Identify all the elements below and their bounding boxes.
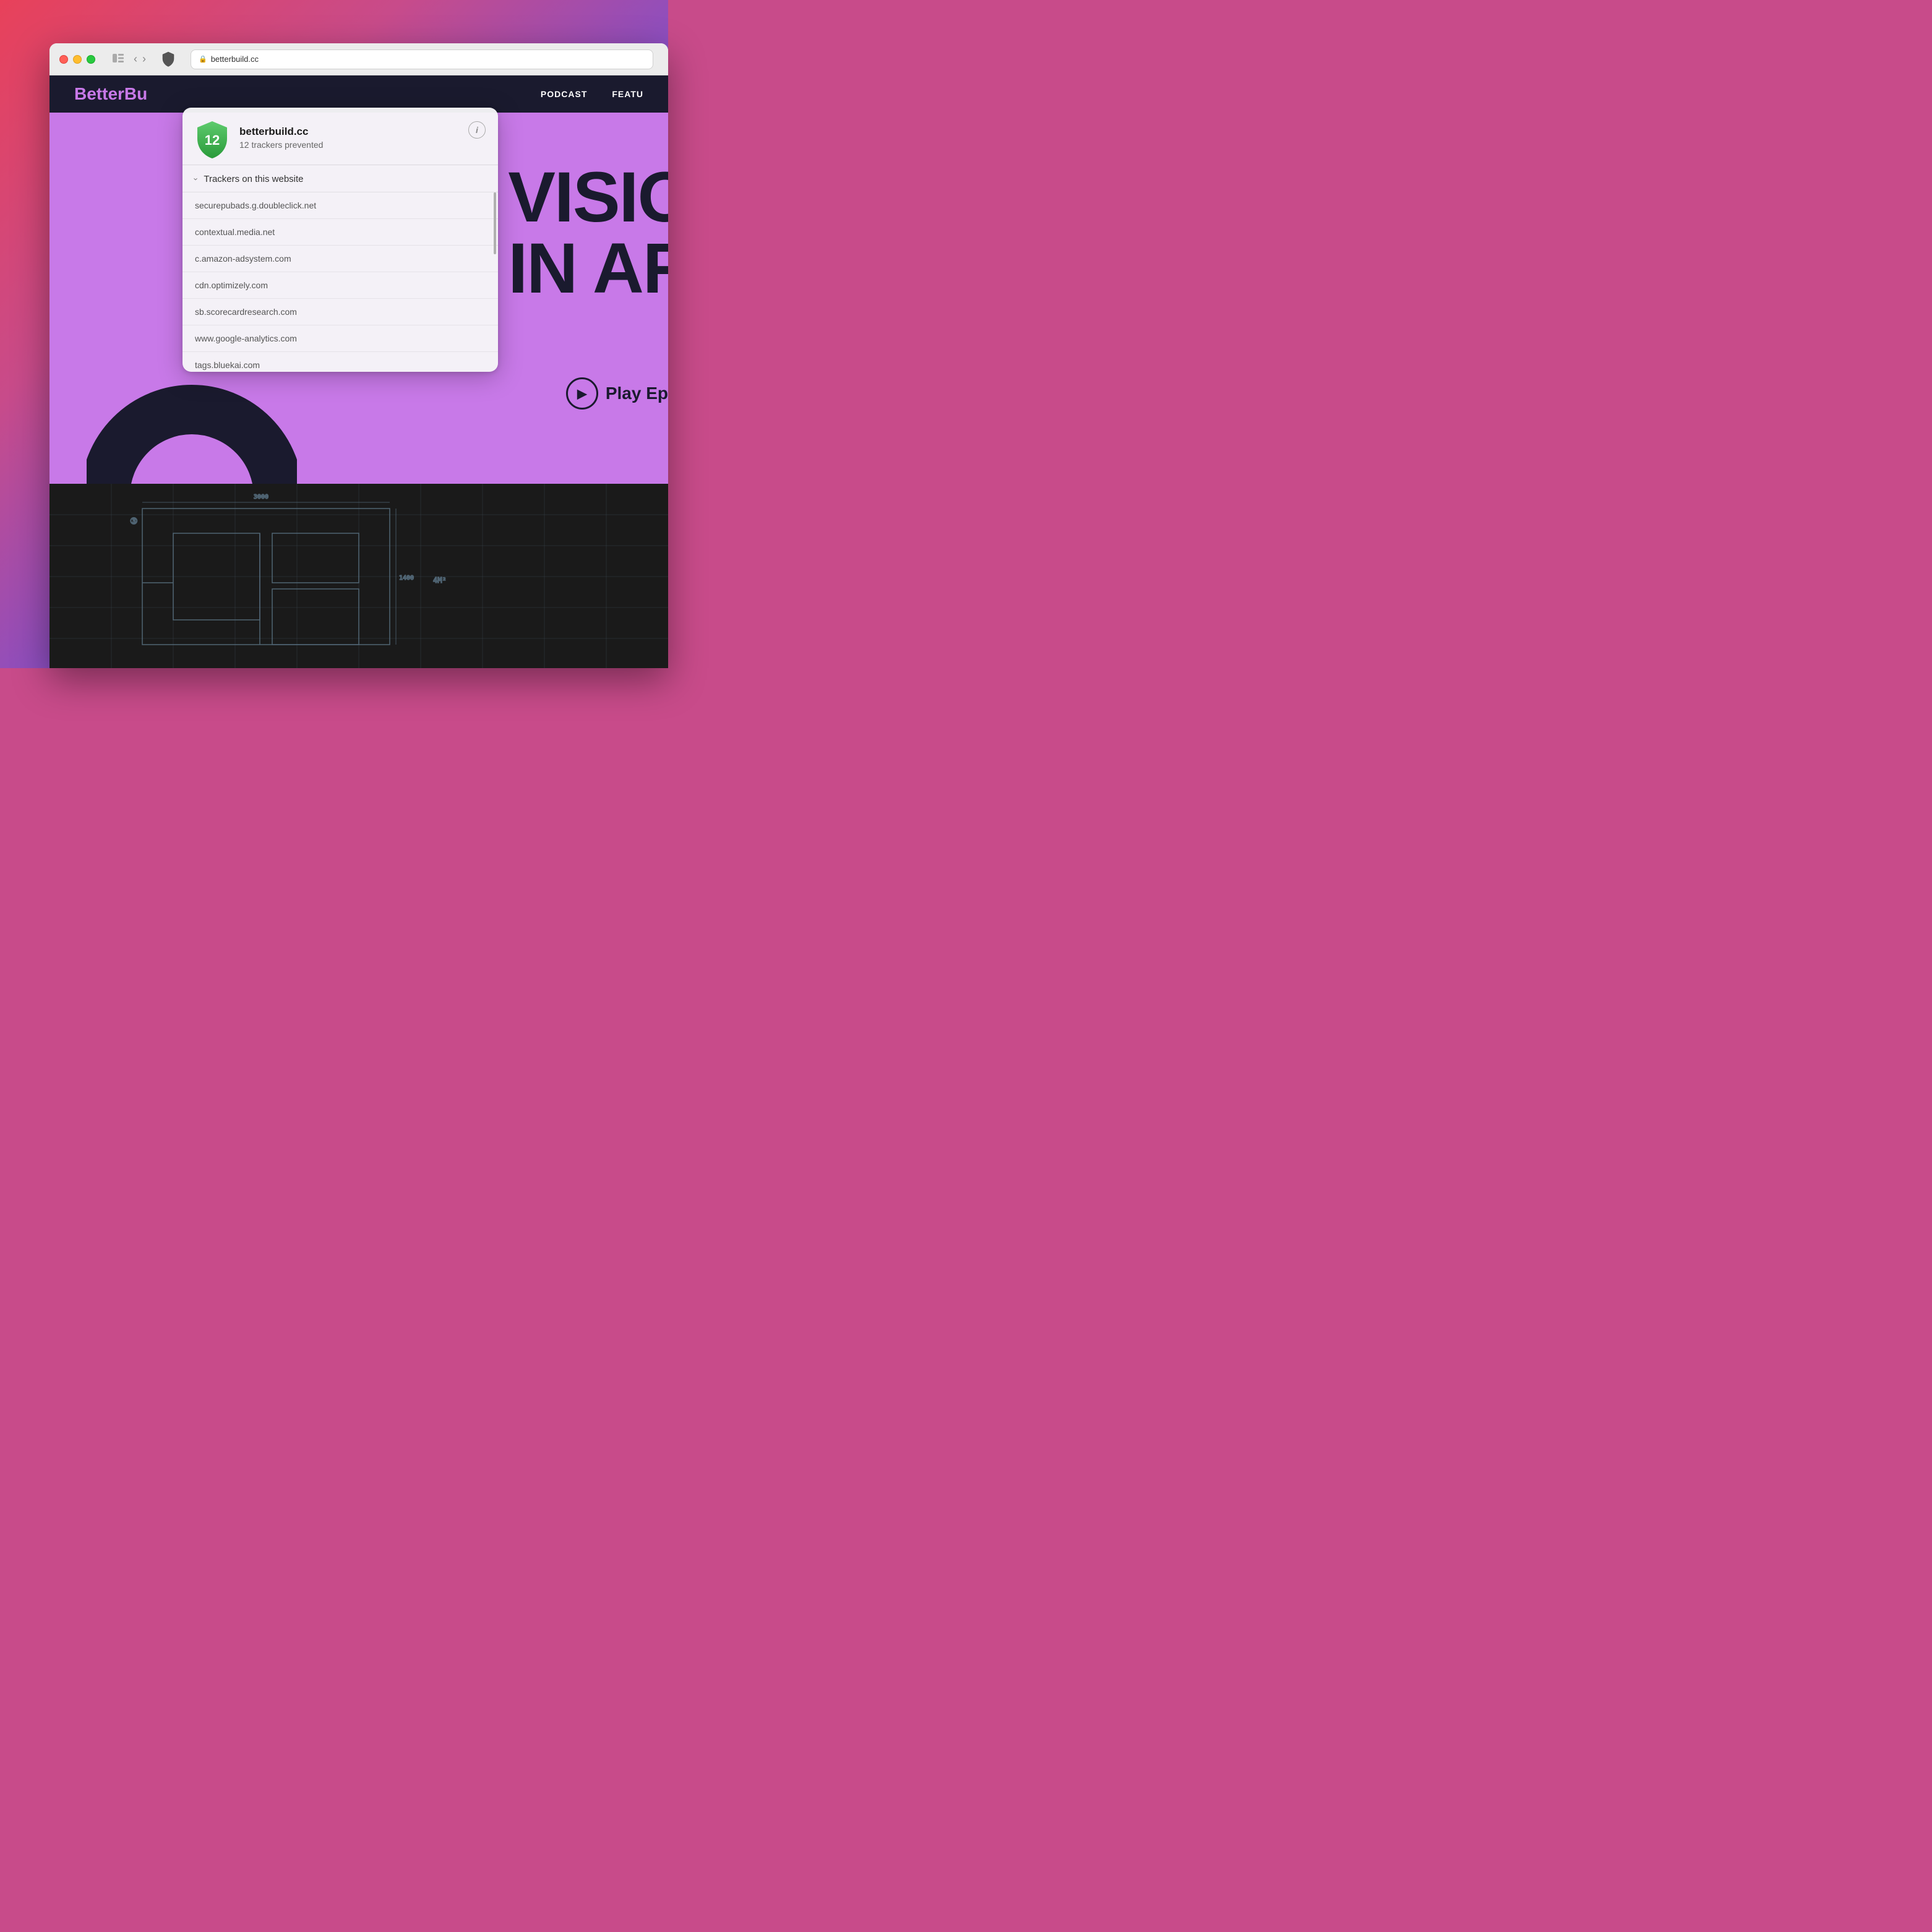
site-logo: BetterBu: [74, 84, 147, 104]
svg-text:12: 12: [205, 132, 220, 148]
lock-icon: 🔒: [199, 55, 207, 63]
info-icon: i: [476, 125, 478, 135]
hero-line-2: IN AR: [508, 233, 668, 304]
chevron-icon: ›: [192, 178, 201, 180]
browser-window: ‹ › 🔒 betterbuild.cc BetterBu PODCAST FE…: [49, 43, 668, 668]
play-label: Play Ep: [606, 384, 668, 403]
tracker-section-title: Trackers on this website: [204, 174, 303, 184]
logo-text-main: BetterBu: [74, 84, 147, 103]
title-bar: ‹ › 🔒 betterbuild.cc: [49, 43, 668, 75]
address-bar[interactable]: 🔒 betterbuild.cc: [191, 49, 653, 69]
tracker-section: › Trackers on this website securepubads.…: [182, 165, 498, 372]
blueprint-section: ③ 4M² 3000 1400: [49, 484, 668, 668]
tracker-section-header[interactable]: › Trackers on this website: [182, 165, 498, 192]
svg-text:③: ③: [130, 517, 138, 526]
webpage-content: BetterBu PODCAST FEATU VISIO IN AR: [49, 75, 668, 668]
tracker-list[interactable]: securepubads.g.doubleclick.net contextua…: [182, 192, 498, 372]
scrollbar-thumb: [494, 192, 496, 254]
nav-buttons: ‹ ›: [134, 53, 146, 66]
maximize-button[interactable]: [87, 55, 95, 64]
minimize-button[interactable]: [73, 55, 82, 64]
popup-header: 12 betterbuild.cc 12 trackers prevented …: [182, 108, 498, 165]
hero-play-button[interactable]: ▶ Play Ep: [566, 377, 668, 410]
nav-podcast[interactable]: PODCAST: [541, 89, 587, 99]
tracker-item: securepubads.g.doubleclick.net: [182, 192, 498, 219]
nav-features[interactable]: FEATU: [612, 89, 643, 99]
play-circle-icon: ▶: [566, 377, 598, 410]
url-text: betterbuild.cc: [211, 54, 259, 64]
shield-badge: 12: [195, 120, 230, 155]
traffic-lights: [59, 55, 95, 64]
svg-text:3000: 3000: [254, 494, 268, 500]
info-button[interactable]: i: [468, 121, 486, 139]
popup-trackers-count: 12 trackers prevented: [239, 140, 458, 150]
hero-line-1: VISIO: [508, 162, 668, 233]
tracker-item: c.amazon-adsystem.com: [182, 246, 498, 272]
svg-text:4M²: 4M²: [433, 576, 447, 585]
tracker-item: contextual.media.net: [182, 219, 498, 246]
forward-button[interactable]: ›: [142, 53, 146, 66]
svg-text:1400: 1400: [399, 575, 414, 582]
site-header: BetterBu PODCAST FEATU: [49, 75, 668, 113]
hero-headline: VISIO IN AR: [508, 162, 668, 304]
popup-site-info: betterbuild.cc 12 trackers prevented: [239, 126, 458, 150]
privacy-shield-button[interactable]: [158, 49, 178, 69]
tracker-item: cdn.optimizely.com: [182, 272, 498, 299]
tracker-item: sb.scorecardresearch.com: [182, 299, 498, 325]
tracker-item: tags.bluekai.com: [182, 352, 498, 372]
privacy-popup: 12 betterbuild.cc 12 trackers prevented …: [182, 108, 498, 372]
scrollbar[interactable]: [494, 192, 496, 372]
close-button[interactable]: [59, 55, 68, 64]
sidebar-toggle-icon[interactable]: [113, 53, 124, 66]
site-nav: PODCAST FEATU: [541, 89, 643, 99]
popup-domain: betterbuild.cc: [239, 126, 458, 138]
tracker-item: www.google-analytics.com: [182, 325, 498, 352]
back-button[interactable]: ‹: [134, 53, 137, 66]
